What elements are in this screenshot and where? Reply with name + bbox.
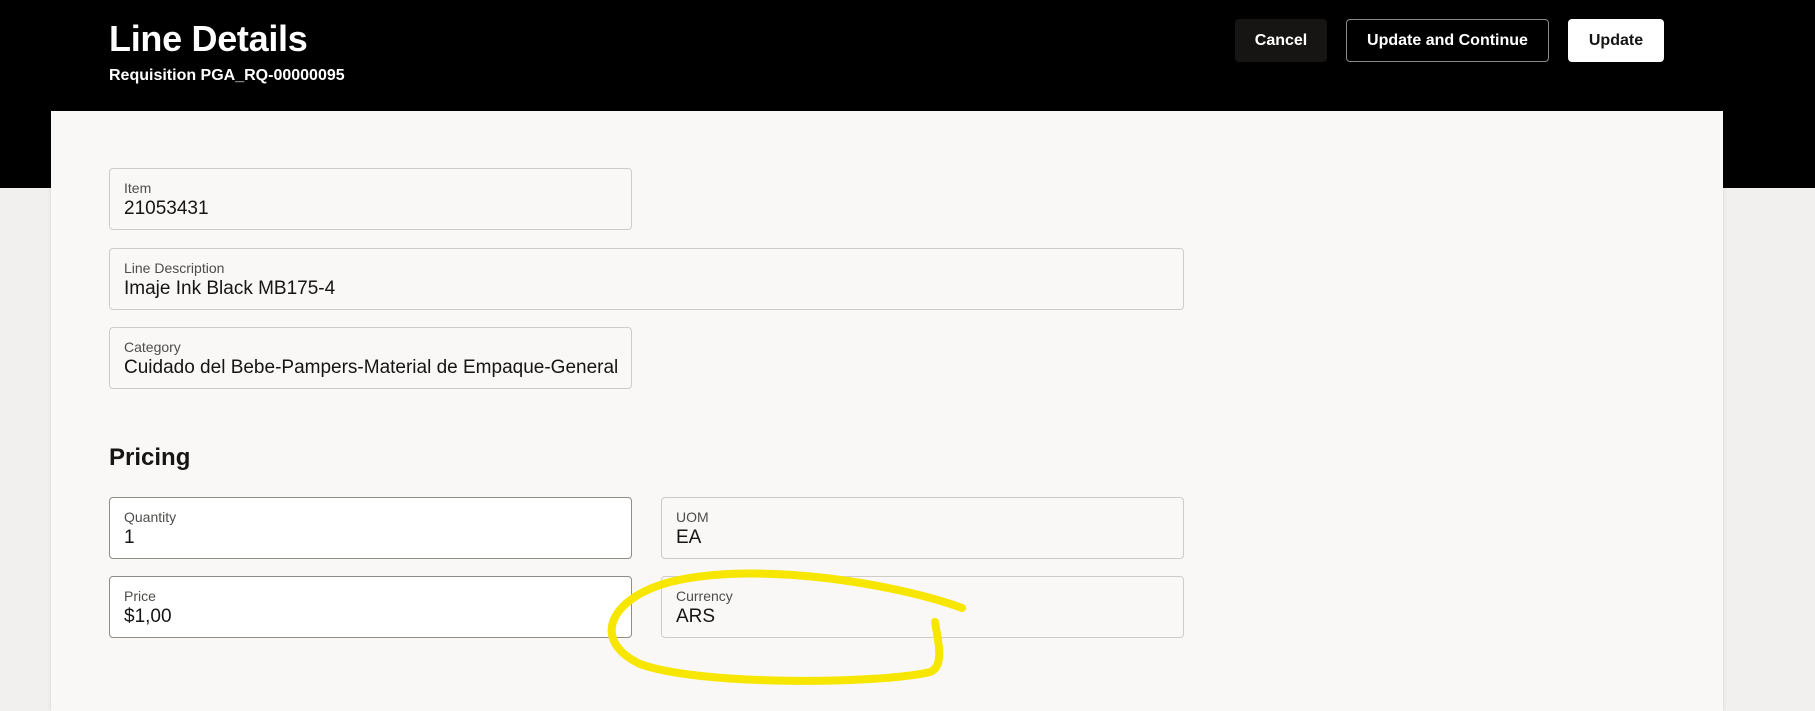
quantity-value: 1 [124, 527, 135, 548]
currency-field[interactable]: Currency ARS [661, 576, 1184, 638]
uom-field[interactable]: UOM EA [661, 497, 1184, 559]
currency-value: ARS [676, 606, 716, 627]
category-value: Cuidado del Bebe-Pampers-Material de Emp… [124, 357, 617, 378]
cancel-button[interactable]: Cancel [1235, 19, 1327, 62]
quantity-field[interactable]: Quantity 1 [109, 497, 632, 559]
page-title: Line Details [109, 18, 308, 59]
price-label: Price [124, 588, 156, 604]
update-and-continue-button[interactable]: Update and Continue [1346, 19, 1549, 62]
quantity-label: Quantity [124, 509, 177, 525]
item-field[interactable]: Item 21053431 [109, 168, 632, 230]
item-label: Item [124, 180, 152, 196]
price-field[interactable]: Price $1,00 [109, 576, 632, 638]
uom-value: EA [676, 527, 702, 548]
category-field[interactable]: Category Cuidado del Bebe-Pampers-Materi… [109, 327, 632, 389]
currency-label: Currency [676, 588, 733, 604]
category-label: Category [124, 339, 181, 355]
page-subtitle: Requisition PGA_RQ-00000095 [109, 67, 345, 84]
uom-label: UOM [676, 509, 709, 525]
line-description-label: Line Description [124, 260, 225, 276]
update-button[interactable]: Update [1568, 19, 1664, 62]
item-value: 21053431 [124, 198, 209, 219]
price-value: $1,00 [124, 606, 172, 627]
line-description-field[interactable]: Line Description Imaje Ink Black MB175-4 [109, 248, 1184, 310]
pricing-section-title: Pricing [109, 444, 191, 471]
line-description-value: Imaje Ink Black MB175-4 [124, 278, 336, 299]
